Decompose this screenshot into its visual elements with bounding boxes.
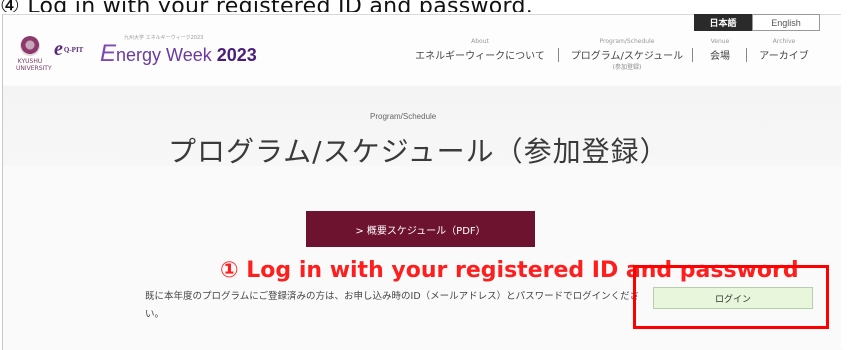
nav-item-venue[interactable]: Venue 会場 — [700, 38, 740, 74]
language-english-button[interactable]: English — [752, 14, 820, 31]
nav-divider — [746, 48, 747, 62]
page-title: プログラム/スケジュール（参加登録） — [168, 135, 669, 168]
nav-divider — [692, 48, 693, 62]
nav-item-about-label: エネルギーウィークについて — [415, 51, 545, 62]
login-button[interactable]: ログイン — [653, 287, 813, 309]
nav-item-archive-label: アーカイブ — [759, 51, 809, 62]
hero-label-en: Program/Schedule — [370, 112, 437, 121]
nav-item-program[interactable]: Program/Schedule プログラム/スケジュール (参加登録) — [568, 38, 686, 74]
nav-item-about-en: About — [471, 38, 489, 45]
nav-item-venue-label: 会場 — [710, 51, 730, 62]
university-logo[interactable]: KYUSHU UNIVERSITY — [16, 36, 52, 72]
energy-week-logo[interactable]: 九州大学 エネルギーウィーク2023 Energy Week 2023 — [100, 35, 275, 67]
energy-week-logo-text: nergy Week — [116, 45, 212, 65]
energy-week-logo-e-icon: E — [100, 40, 117, 67]
qpit-logo-text: Q-PIT — [63, 46, 84, 55]
qpit-logo[interactable]: eQ-PIT — [54, 37, 94, 61]
annotation-text: ① Log in with your registered ID and pas… — [220, 258, 799, 283]
nav-item-program-label: プログラム/スケジュール — [570, 51, 684, 62]
nav-divider — [558, 48, 559, 62]
schedule-pdf-button[interactable]: > 概要スケジュール（PDF） — [306, 211, 535, 247]
language-japanese-button[interactable]: 日本語 — [694, 14, 752, 31]
login-instruction-text: 既に本年度のプログラムにご登録済みの方は、お申し込み時のID（メールアドレス）と… — [145, 291, 640, 320]
energy-week-logo-year: 2023 — [216, 45, 257, 65]
nav-item-archive-en: Archive — [772, 38, 796, 45]
nav-item-archive[interactable]: Archive アーカイブ — [755, 38, 813, 74]
university-logo-text: KYUSHU UNIVERSITY — [16, 58, 52, 72]
nav-item-venue-en: Venue — [710, 38, 730, 45]
nav-item-program-sub: (参加登録) — [612, 64, 642, 71]
nav-item-about[interactable]: About エネルギーウィークについて — [410, 38, 550, 74]
right-margin — [841, 14, 853, 349]
university-seal-icon — [20, 36, 40, 56]
top-caption: ④ Log in with your registered ID and pas… — [0, 0, 853, 12]
nav-item-program-en: Program/Schedule — [599, 38, 655, 45]
